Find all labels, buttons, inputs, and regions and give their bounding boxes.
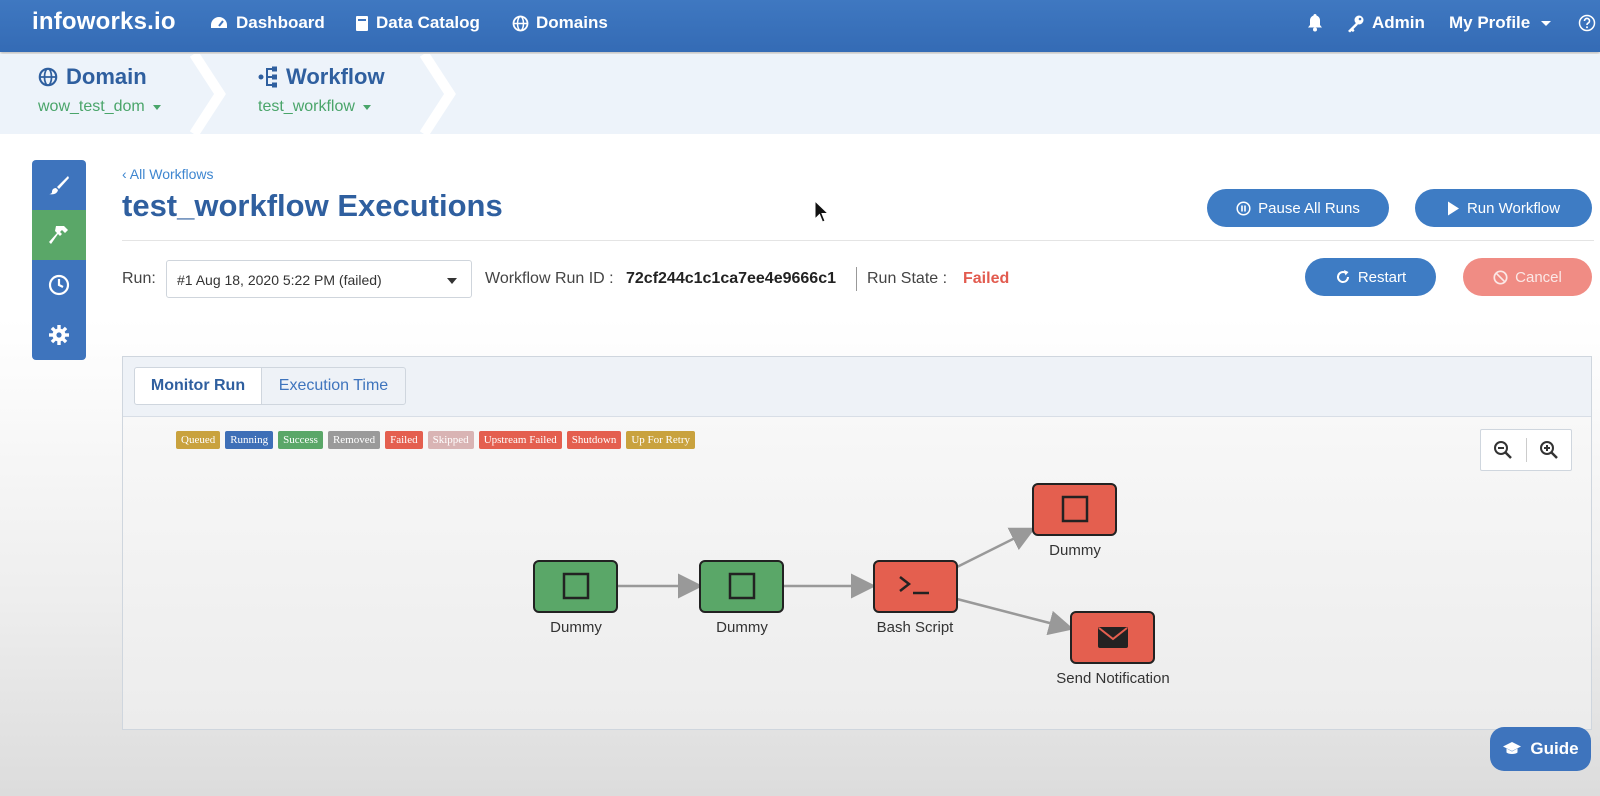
envelope-icon: [1098, 627, 1128, 648]
rail-build-button[interactable]: [32, 210, 86, 260]
header-divider: [122, 240, 1594, 241]
pause-all-runs-button[interactable]: Pause All Runs: [1207, 189, 1389, 227]
nav-admin[interactable]: Admin: [1346, 13, 1425, 33]
workflow-node-dummy-3[interactable]: [1032, 483, 1117, 536]
ban-icon: [1493, 269, 1508, 285]
help-icon: [1578, 14, 1596, 32]
run-workflow-button[interactable]: Run Workflow: [1415, 189, 1592, 227]
workflow-node-dummy-2[interactable]: [699, 560, 784, 613]
page-title: test_workflow Executions: [122, 188, 503, 223]
nav-data-catalog[interactable]: Data Catalog: [355, 13, 480, 33]
tool-rail: [32, 160, 86, 360]
node-label: Bash Script: [876, 619, 954, 636]
globe-icon: [512, 15, 529, 31]
rail-settings-button[interactable]: [32, 310, 86, 360]
run-select[interactable]: #1 Aug 18, 2020 5:22 PM (failed): [166, 260, 472, 298]
top-navbar: infoworks.io Dashboard Data Catalog Doma…: [0, 0, 1600, 52]
notifications-button[interactable]: [1306, 13, 1324, 32]
clock-icon: [48, 274, 70, 296]
nav-dashboard-label: Dashboard: [236, 13, 325, 32]
workflow-icon: [258, 66, 277, 88]
chevron-down-icon: [152, 104, 161, 110]
nav-admin-label: Admin: [1372, 13, 1425, 32]
all-workflows-link[interactable]: ‹ All Workflows: [122, 166, 214, 182]
play-icon: [1447, 201, 1459, 215]
node-label: Dummy: [716, 619, 768, 636]
brand-logo[interactable]: infoworks.io: [32, 8, 176, 36]
nav-my-profile[interactable]: My Profile: [1449, 13, 1552, 33]
nav-domains-label: Domains: [536, 13, 608, 32]
workflow-selector-value: test_workflow: [258, 98, 355, 115]
pause-all-runs-label: Pause All Runs: [1258, 199, 1360, 217]
run-id-label: Workflow Run ID :: [485, 270, 614, 287]
hammer-icon: [49, 226, 68, 244]
key-icon: [1348, 15, 1364, 32]
nav-my-profile-label: My Profile: [1449, 13, 1531, 32]
workflow-selector[interactable]: test_workflow: [258, 98, 385, 116]
chevron-down-icon: [1541, 20, 1552, 26]
book-icon: [356, 15, 368, 31]
breadcrumb-domain-title: Domain: [66, 64, 147, 89]
rail-brush-button[interactable]: [32, 160, 86, 210]
breadcrumb-workflow: Workflow test_workflow: [258, 64, 385, 116]
breadcrumb-domain: Domain wow_test_dom: [38, 64, 161, 116]
graduation-cap-icon: [1503, 742, 1522, 754]
mouse-cursor: [814, 200, 830, 223]
nav-dashboard[interactable]: Dashboard: [209, 13, 325, 33]
cancel-button[interactable]: Cancel: [1463, 258, 1592, 296]
refresh-icon: [1336, 270, 1349, 283]
breadcrumb: Domain wow_test_dom Workflow test_workfl…: [0, 54, 1600, 134]
restart-label: Restart: [1357, 268, 1407, 286]
node-label: Dummy: [1049, 542, 1101, 559]
chevron-down-icon: [447, 278, 457, 284]
workflow-node-bash-script[interactable]: [873, 560, 958, 613]
pause-circle-icon: [1236, 200, 1251, 216]
run-workflow-label: Run Workflow: [1466, 199, 1561, 217]
workflow-graph: [533, 483, 1155, 664]
node-label: Dummy: [550, 619, 602, 636]
chevron-down-icon: [362, 104, 371, 110]
workflow-node-send-notification[interactable]: [1070, 611, 1155, 664]
run-id-value: 72cf244c1c1ca7ee4e9666c1: [626, 270, 836, 287]
bell-icon: [1308, 14, 1322, 32]
run-state-label: Run State :: [867, 270, 948, 287]
restart-button[interactable]: Restart: [1305, 258, 1436, 296]
domain-selector[interactable]: wow_test_dom: [38, 98, 161, 116]
node-label: Send Notification: [1056, 670, 1170, 687]
run-state-value: Failed: [963, 270, 1010, 287]
rail-history-button[interactable]: [32, 260, 86, 310]
breadcrumb-separator: [190, 54, 226, 134]
run-select-value: #1 Aug 18, 2020 5:22 PM (failed): [177, 272, 382, 288]
workflow-node-dummy-1[interactable]: [533, 560, 618, 613]
guide-button[interactable]: Guide: [1490, 727, 1591, 771]
separator: [856, 267, 857, 291]
dashboard-icon: [211, 17, 227, 28]
brush-icon: [49, 176, 69, 195]
breadcrumb-workflow-title: Workflow: [286, 64, 385, 89]
cancel-label: Cancel: [1515, 268, 1562, 286]
monitor-panel: Monitor Run Execution Time Queued Runnin…: [122, 356, 1592, 730]
run-label: Run:: [122, 270, 156, 287]
breadcrumb-separator: [420, 54, 456, 134]
nav-domains[interactable]: Domains: [512, 13, 608, 33]
help-button[interactable]: [1578, 14, 1596, 32]
edge: [956, 527, 1036, 569]
nav-data-catalog-label: Data Catalog: [376, 13, 480, 32]
domain-selector-value: wow_test_dom: [38, 98, 145, 115]
globe-icon: [38, 67, 58, 87]
guide-label: Guide: [1530, 739, 1579, 758]
gear-icon: [49, 325, 69, 345]
